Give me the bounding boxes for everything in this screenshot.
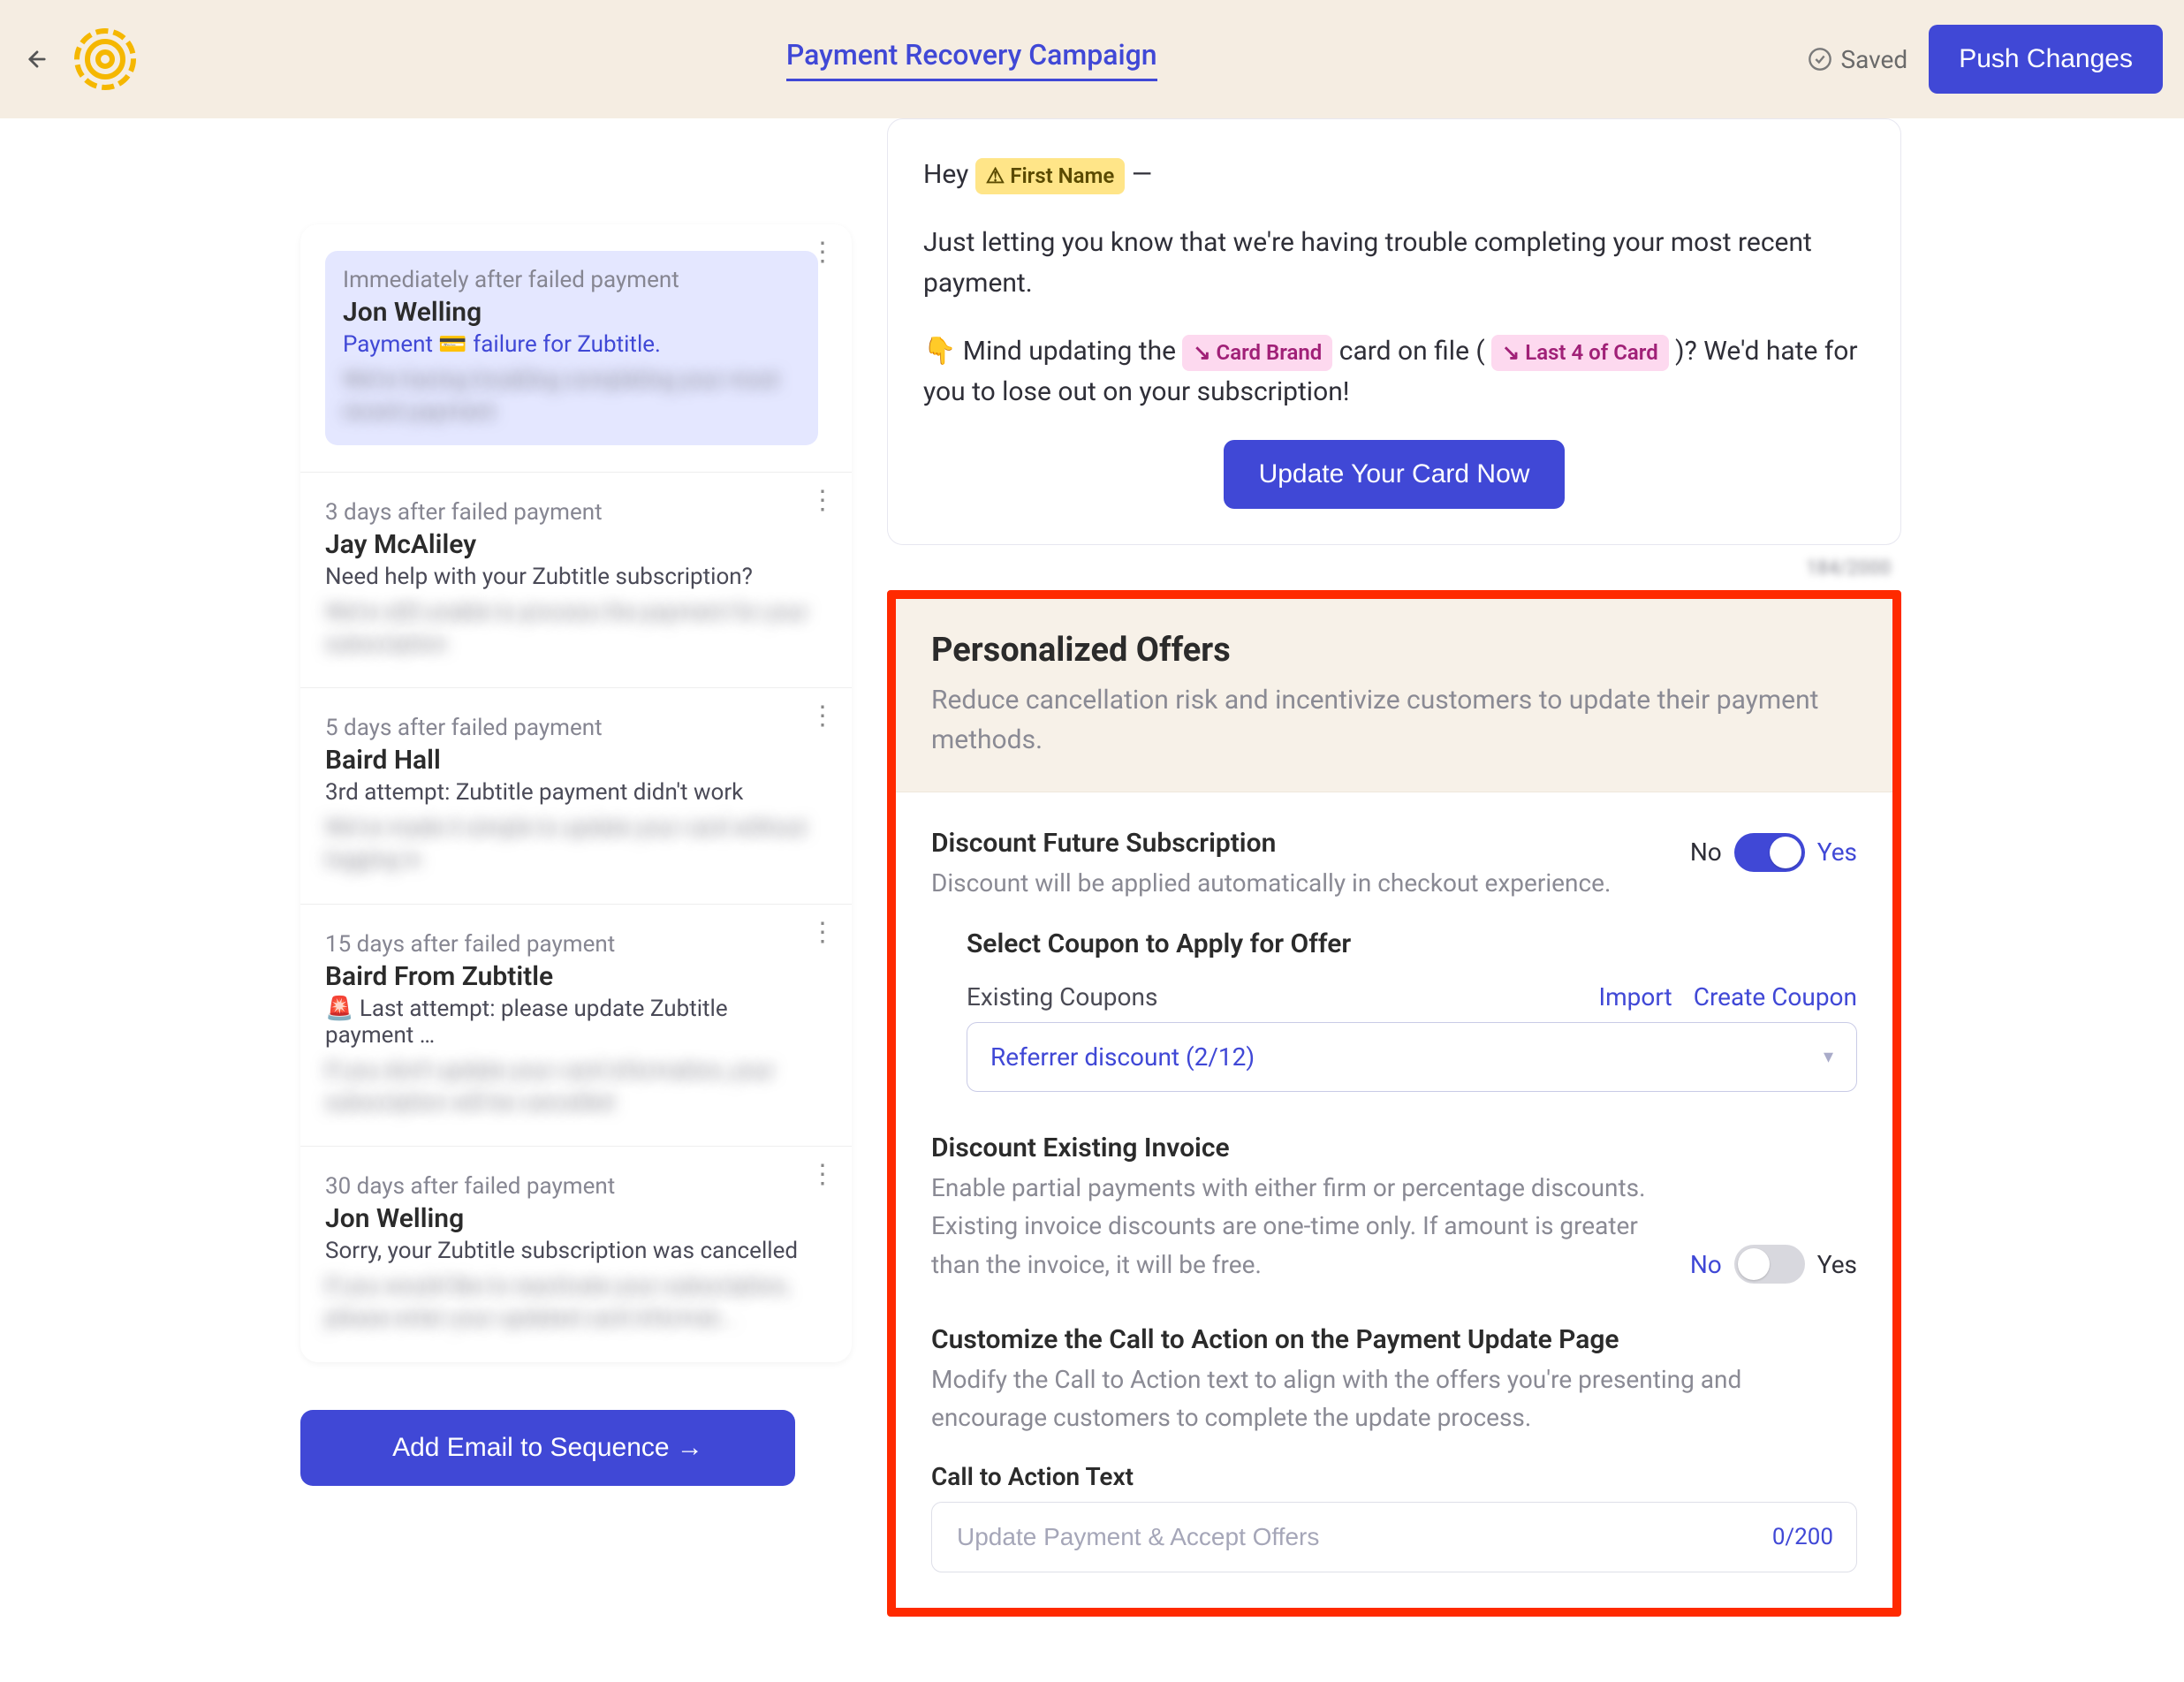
sequence-panel: 1 Immediately after failed payment Jon W…: [300, 224, 852, 1486]
merge-chip-card-brand[interactable]: ↘ Card Brand: [1182, 335, 1332, 371]
sequence-subject: Sorry, your Zubtitle subscription was ca…: [325, 1238, 818, 1264]
sequence-list: 1 Immediately after failed payment Jon W…: [300, 224, 852, 1362]
cta-char-counter: 0/200: [1772, 1524, 1833, 1550]
sequence-from: Jon Welling: [325, 1203, 818, 1234]
offers-title: Personalized Offers: [931, 631, 1857, 670]
sequence-preview-blur: We're having troubling completing your m…: [343, 365, 800, 429]
sequence-item-more-icon[interactable]: ⋮: [809, 711, 834, 722]
sequence-timing: 30 days after failed payment: [325, 1173, 818, 1200]
sequence-timing: Immediately after failed payment: [343, 267, 800, 293]
app-header: Payment Recovery Campaign Saved Push Cha…: [0, 0, 2184, 118]
sequence-timing: 15 days after failed payment: [325, 931, 818, 958]
sequence-preview-blur: If you don't update your card informatio…: [325, 1056, 818, 1120]
app-logo: [74, 28, 136, 90]
campaign-title-link[interactable]: Payment Recovery Campaign: [786, 38, 1157, 81]
sequence-item-more-icon[interactable]: ⋮: [809, 928, 834, 938]
coupon-select-value: Referrer discount (2/12): [990, 1042, 1255, 1072]
sequence-from: Baird Hall: [325, 745, 818, 776]
discount-future-desc: Discount will be applied automatically i…: [931, 864, 1664, 902]
sequence-item-more-icon[interactable]: ⋮: [809, 1170, 834, 1180]
sequence-preview-blur: If you would like to reactivate your sub…: [325, 1271, 818, 1336]
existing-coupons-label: Existing Coupons: [967, 982, 1157, 1011]
sequence-timing: 3 days after failed payment: [325, 499, 818, 526]
push-changes-button[interactable]: Push Changes: [1929, 25, 2163, 94]
email-paragraph: Just letting you know that we're having …: [923, 223, 1865, 305]
create-coupon-link[interactable]: Create Coupon: [1694, 982, 1857, 1011]
sequence-subject: Need help with your Zubtitle subscriptio…: [325, 564, 818, 590]
discount-future-toggle[interactable]: [1734, 833, 1805, 872]
email-line2-mid: card on file (: [1339, 336, 1491, 367]
discount-future-title: Discount Future Subscription: [931, 828, 1664, 859]
sequence-item[interactable]: 1 Immediately after failed payment Jon W…: [300, 224, 852, 473]
sequence-item[interactable]: 4 15 days after failed payment Baird Fro…: [300, 905, 852, 1148]
email-line2-prefix: 👇 Mind updating the: [923, 336, 1182, 367]
back-arrow-icon[interactable]: [21, 43, 53, 75]
sequence-item[interactable]: 2 3 days after failed payment Jay McAlil…: [300, 473, 852, 689]
cta-text-label: Call to Action Text: [931, 1462, 1857, 1491]
email-cta-button[interactable]: Update Your Card Now: [1224, 440, 1566, 509]
card-emoji-icon: 💳: [438, 331, 466, 358]
toggle-label-yes: Yes: [1817, 1250, 1857, 1279]
import-coupon-link[interactable]: Import: [1599, 982, 1672, 1011]
coupon-select[interactable]: Referrer discount (2/12) ▾: [967, 1022, 1857, 1092]
saved-label: Saved: [1841, 45, 1908, 74]
sequence-item-more-icon[interactable]: ⋮: [809, 247, 834, 258]
discount-future-section: Discount Future Subscription Discount wi…: [931, 828, 1857, 1092]
cta-text-input[interactable]: [955, 1522, 1772, 1552]
sequence-subject: 3rd attempt: Zubtitle payment didn't wor…: [325, 779, 818, 806]
sequence-preview-blur: We're still unable to process the paymen…: [325, 597, 818, 662]
offers-subtitle: Reduce cancellation risk and incentivize…: [931, 680, 1857, 760]
discount-invoice-toggle[interactable]: [1734, 1245, 1805, 1284]
cta-customize-section: Customize the Call to Action on the Paym…: [931, 1324, 1857, 1572]
email-preview-card: Hey ⚠ First Name — Just letting you know…: [887, 118, 1901, 545]
sequence-item[interactable]: 5 30 days after failed payment Jon Welli…: [300, 1147, 852, 1362]
sequence-preview-blur: We've made it simple to update your card…: [325, 813, 818, 877]
sequence-subject: 🚨 Last attempt: please update Zubtitle p…: [325, 996, 818, 1049]
discount-invoice-section: Discount Existing Invoice Enable partial…: [931, 1133, 1857, 1284]
toggle-label-no: No: [1690, 837, 1722, 867]
add-email-button[interactable]: Add Email to Sequence →: [300, 1410, 795, 1486]
sequence-item[interactable]: 3 5 days after failed payment Baird Hall…: [300, 688, 852, 905]
cta-section-desc: Modify the Call to Action text to align …: [931, 1360, 1857, 1437]
sequence-item-more-icon[interactable]: ⋮: [809, 496, 834, 506]
char-counter-blur: 184/2000: [887, 554, 1901, 583]
merge-chip-last-4[interactable]: ↘ Last 4 of Card: [1491, 335, 1669, 371]
toggle-label-yes: Yes: [1817, 837, 1857, 867]
sequence-from: Baird From Zubtitle: [325, 961, 818, 992]
sequence-timing: 5 days after failed payment: [325, 715, 818, 741]
chevron-down-icon: ▾: [1824, 1046, 1833, 1068]
email-greeting-suffix: —: [1132, 159, 1152, 190]
toggle-label-no: No: [1690, 1250, 1722, 1279]
sequence-from: Jon Welling: [343, 297, 800, 328]
saved-indicator: Saved: [1808, 45, 1908, 74]
merge-chip-first-name[interactable]: ⚠ First Name: [975, 158, 1126, 194]
sequence-from: Jay McAliley: [325, 529, 818, 560]
email-greeting-prefix: Hey: [923, 159, 975, 190]
discount-invoice-title: Discount Existing Invoice: [931, 1133, 1664, 1163]
discount-invoice-desc: Enable partial payments with either firm…: [931, 1169, 1664, 1284]
personalized-offers-panel: Personalized Offers Reduce cancellation …: [887, 590, 1901, 1617]
sequence-subject: Payment 💳 failure for Zubtitle.: [343, 331, 800, 358]
coupon-heading: Select Coupon to Apply for Offer: [967, 928, 1857, 959]
cta-section-title: Customize the Call to Action on the Paym…: [931, 1324, 1857, 1355]
